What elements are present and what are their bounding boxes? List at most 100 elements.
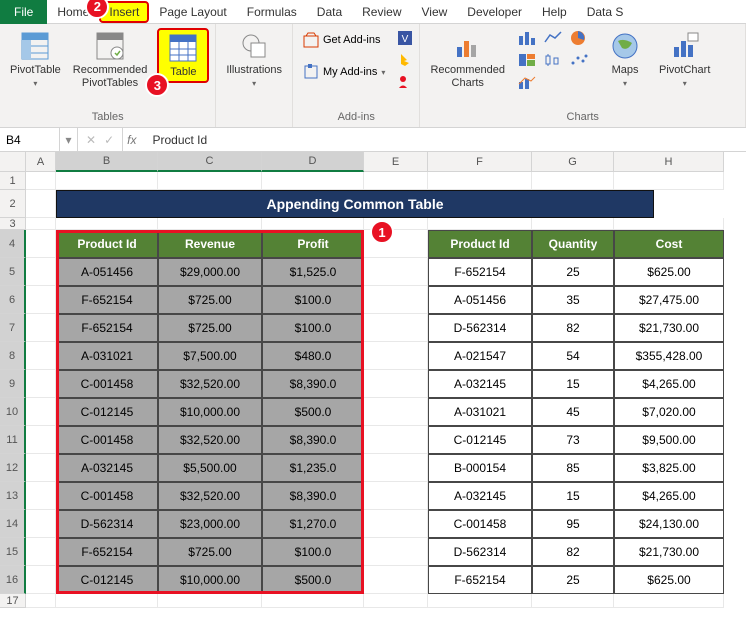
table1-cell[interactable]: A-051456 [56,258,158,286]
table1-cell[interactable]: Product Id [56,230,158,258]
table2-cell[interactable]: 73 [532,426,614,454]
table2-cell[interactable]: $7,020.00 [614,398,724,426]
row-header-9[interactable]: 9 [0,370,26,398]
file-tab[interactable]: File [0,0,47,24]
tab-data[interactable]: Data [307,1,352,23]
row-header-12[interactable]: 12 [0,454,26,482]
table2-cell[interactable]: 85 [532,454,614,482]
table1-cell[interactable]: C-012145 [56,566,158,594]
table1-cell[interactable]: $7,500.00 [158,342,262,370]
row-header-15[interactable]: 15 [0,538,26,566]
table2-cell[interactable]: 54 [532,342,614,370]
table1-cell[interactable]: C-001458 [56,482,158,510]
table1-cell[interactable]: Revenue [158,230,262,258]
table2-cell[interactable]: $625.00 [614,566,724,594]
table1-cell[interactable]: $500.0 [262,566,364,594]
row-header-1[interactable]: 1 [0,172,26,190]
tab-view[interactable]: View [412,1,458,23]
table1-cell[interactable]: $8,390.0 [262,370,364,398]
table2-cell[interactable]: $21,730.00 [614,314,724,342]
col-header-E[interactable]: E [364,152,428,172]
row-header-2[interactable]: 2 [0,190,26,218]
table2-cell[interactable]: 25 [532,566,614,594]
table1-cell[interactable]: $10,000.00 [158,398,262,426]
pie-chart-icon[interactable] [569,30,589,46]
table2-cell[interactable]: D-562314 [428,538,532,566]
tab-data-streamer[interactable]: Data S [577,1,634,23]
row-header-10[interactable]: 10 [0,398,26,426]
col-header-D[interactable]: D [262,152,364,172]
table2-cell[interactable]: $4,265.00 [614,370,724,398]
table1-cell[interactable]: $100.0 [262,538,364,566]
row-header-17[interactable]: 17 [0,594,26,608]
table2-cell[interactable]: A-021547 [428,342,532,370]
recommended-pivottables-button[interactable]: Recommended PivotTables [69,28,152,92]
table2-cell[interactable]: 35 [532,286,614,314]
table2-cell[interactable]: C-012145 [428,426,532,454]
table2-cell[interactable]: A-051456 [428,286,532,314]
confirm-icon[interactable]: ✓ [104,133,114,147]
table2-cell[interactable]: 82 [532,538,614,566]
people-icon[interactable] [397,74,413,90]
table2-cell[interactable]: 45 [532,398,614,426]
line-chart-icon[interactable] [543,30,563,46]
tab-review[interactable]: Review [352,1,411,23]
table2-cell[interactable]: A-032145 [428,482,532,510]
get-addins-button[interactable]: Get Add-ins [299,30,389,50]
tab-page-layout[interactable]: Page Layout [149,1,236,23]
table2-cell[interactable]: $24,130.00 [614,510,724,538]
table2-cell[interactable]: 95 [532,510,614,538]
table1-cell[interactable]: $1,270.0 [262,510,364,538]
name-box-dropdown[interactable]: ▾ [60,128,78,151]
table2-cell[interactable]: $3,825.00 [614,454,724,482]
row-header-6[interactable]: 6 [0,286,26,314]
row-header-5[interactable]: 5 [0,258,26,286]
scatter-chart-icon[interactable] [569,52,589,68]
table1-cell[interactable]: $8,390.0 [262,482,364,510]
table2-cell[interactable]: $625.00 [614,258,724,286]
maps-button[interactable]: Maps ▾ [599,28,651,90]
row-header-3[interactable]: 3 [0,218,26,230]
recommended-charts-button[interactable]: Recommended Charts [426,28,509,92]
table2-cell[interactable]: 15 [532,370,614,398]
pivottable-button[interactable]: PivotTable ▾ [6,28,65,90]
table2-cell[interactable]: $355,428.00 [614,342,724,370]
row-header-14[interactable]: 14 [0,510,26,538]
select-all-corner[interactable] [0,152,26,172]
row-header-16[interactable]: 16 [0,566,26,594]
table2-cell[interactable]: 25 [532,258,614,286]
pivotchart-button[interactable]: PivotChart ▾ [655,28,714,90]
table1-cell[interactable]: $725.00 [158,538,262,566]
table1-cell[interactable]: $1,235.0 [262,454,364,482]
table2-cell[interactable]: Quantity [532,230,614,258]
table2-cell[interactable]: F-652154 [428,258,532,286]
table1-cell[interactable]: $1,525.0 [262,258,364,286]
combo-chart-icon[interactable] [517,74,537,90]
table1-cell[interactable]: F-652154 [56,286,158,314]
table1-cell[interactable]: A-031021 [56,342,158,370]
tab-formulas[interactable]: Formulas [237,1,307,23]
table1-cell[interactable]: $32,520.00 [158,370,262,398]
table1-cell[interactable]: F-652154 [56,538,158,566]
table1-cell[interactable]: $10,000.00 [158,566,262,594]
stat-chart-icon[interactable] [543,52,563,68]
row-header-4[interactable]: 4 [0,230,26,258]
fx-icon[interactable]: fx [123,133,146,147]
table1-cell[interactable]: $32,520.00 [158,482,262,510]
table1-cell[interactable]: Profit [262,230,364,258]
name-box[interactable]: B4 [0,128,60,151]
row-header-13[interactable]: 13 [0,482,26,510]
table2-cell[interactable]: $27,475.00 [614,286,724,314]
table2-cell[interactable]: F-652154 [428,566,532,594]
table1-cell[interactable]: $8,390.0 [262,426,364,454]
table1-cell[interactable]: $23,000.00 [158,510,262,538]
table2-cell[interactable]: C-001458 [428,510,532,538]
row-header-7[interactable]: 7 [0,314,26,342]
table1-cell[interactable]: $100.0 [262,286,364,314]
row-header-11[interactable]: 11 [0,426,26,454]
table2-cell[interactable]: $21,730.00 [614,538,724,566]
table-button[interactable]: Table 3 [157,28,209,83]
row-header-8[interactable]: 8 [0,342,26,370]
table1-cell[interactable]: F-652154 [56,314,158,342]
column-chart-icon[interactable] [517,30,537,46]
